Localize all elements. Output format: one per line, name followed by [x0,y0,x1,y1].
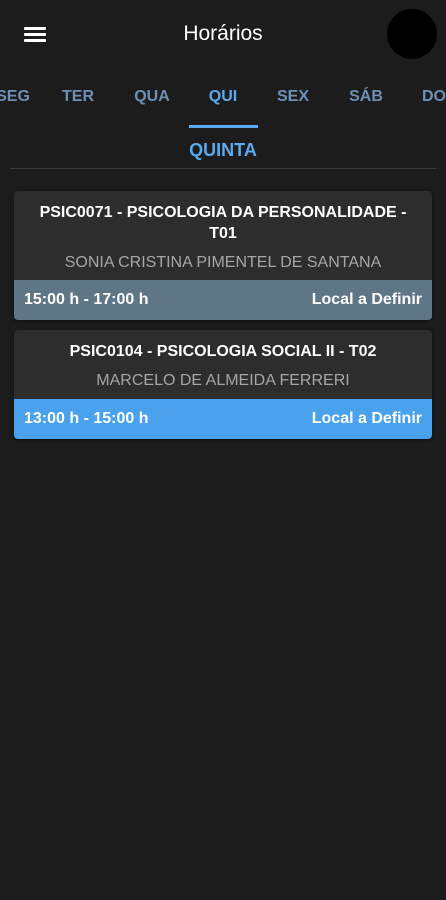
class-title: PSIC0104 - PSICOLOGIA SOCIAL II - T02 [69,343,377,360]
class-professor: MARCELO DE ALMEIDA FERRERI [96,372,350,389]
class-title: PSIC0071 - PSICOLOGIA DA PERSONALIDADE -… [39,204,407,242]
class-time: 13:00 h - 15:00 h [24,410,149,427]
class-location: Local a Definir [311,410,422,427]
tab-qua[interactable]: QUA [127,88,177,106]
tab-sex[interactable]: SEX [268,88,318,106]
page-title: Horários [183,22,263,45]
divider [10,168,436,169]
class-card[interactable]: PSIC0071 - PSICOLOGIA DA PERSONALIDADE -… [14,191,432,320]
tab-seg[interactable]: SEG [0,88,38,106]
day-title: QUINTA [189,140,257,160]
class-time: 15:00 h - 17:00 h [24,291,149,308]
class-footer: 15:00 h - 17:00 h Local a Definir [14,280,432,320]
class-professor: SONIA CRISTINA PIMENTEL DE SANTANA [64,254,382,271]
tab-sab[interactable]: SÁB [341,88,391,106]
tab-ter[interactable]: TER [53,88,103,106]
tab-indicator [189,125,258,128]
class-footer: 13:00 h - 15:00 h Local a Definir [14,399,432,439]
tab-qui[interactable]: QUI [198,88,248,106]
app-bar: Horários [0,0,446,70]
tab-dom[interactable]: DOM [422,88,446,106]
avatar[interactable] [387,9,437,59]
class-location: Local a Definir [311,291,422,308]
class-card[interactable]: PSIC0104 - PSICOLOGIA SOCIAL II - T02 MA… [14,330,432,439]
day-tabs: SEG TER QUA QUI SEX SÁB DOM [0,70,446,128]
